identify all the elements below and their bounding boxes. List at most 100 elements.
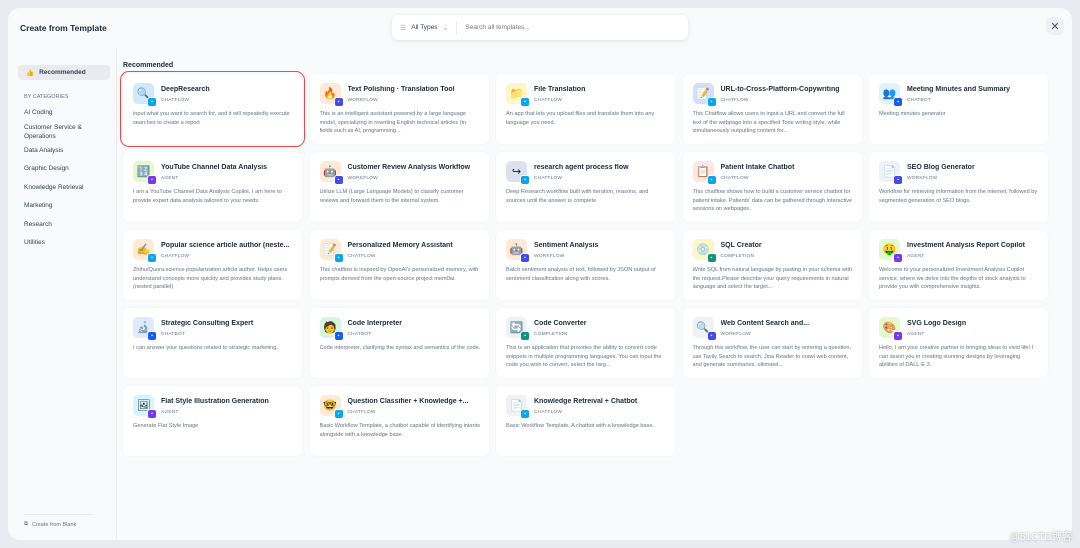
template-card[interactable]: ↪ ▪ research agent process flow CHATFLOW … (496, 152, 675, 222)
template-type: CHATFLOW (161, 254, 190, 259)
template-card[interactable]: 📄 ▪ SEO Blog Generator WORKFLOW Workflow … (869, 152, 1048, 222)
template-name: Popular science article author (neste... (161, 242, 290, 249)
sidebar-item-ai-coding[interactable]: AI Coding (24, 109, 104, 118)
template-name: research agent process flow (534, 164, 629, 171)
template-card[interactable]: 🤓 ▪ Question Classifier + Knowledge +... … (309, 386, 489, 456)
template-type: CHATBOT (907, 98, 931, 103)
template-type: WORKFLOW (347, 98, 378, 103)
agent-badge-icon: ▪ (147, 175, 157, 185)
template-name: Flat Style Illustration Generation (161, 398, 269, 405)
template-description: Hello, I am your creative partner in bri… (879, 345, 1034, 369)
template-icon: 🔬 ▪ (133, 317, 157, 341)
template-card[interactable]: ✍ ▪ Popular science article author (neste… (123, 230, 302, 300)
template-card[interactable]: 🧑 ▪ Code Interpreter CHATBOT Code interpr… (309, 308, 489, 378)
create-from-blank-button[interactable]: ⧉ Create from Blank (24, 514, 94, 528)
template-description: An app that lets you upload files and tr… (506, 111, 655, 126)
sidebar-item-knowledge-retrieval[interactable]: Knowledge Retrieval (24, 184, 104, 193)
template-card[interactable]: 🔄 ▪ Code Converter COMPLETION This is an … (496, 308, 675, 378)
template-type: AGENT (907, 254, 925, 259)
template-name: YouTube Channel Data Analysis (161, 164, 268, 171)
close-button[interactable]: ✕ (1046, 17, 1064, 35)
template-card[interactable]: 👥 ▪ Meeting Minutes and Summary CHATBOT M… (869, 74, 1048, 144)
template-name: Customer Review Analysis Workflow (347, 164, 471, 171)
template-description: Generate Flat Style Image (133, 423, 199, 429)
template-icon: 📝 ▪ (319, 239, 344, 263)
sidebar-item-graphic-design[interactable]: Graphic Design (24, 165, 104, 174)
sidebar-item-customer-service[interactable]: Customer Service & Operations (24, 124, 104, 141)
search-input[interactable] (465, 24, 646, 31)
template-type: WORKFLOW (534, 254, 565, 259)
template-name: DeepResearch (161, 86, 210, 93)
agent-badge-icon: ▪ (893, 253, 903, 263)
template-card[interactable]: 🔍 ▪ Web Content Search and... WORKFLOW Th… (682, 308, 862, 378)
chatflow-badge-icon: ▪ (520, 97, 530, 107)
categories-heading: BY CATEGORIES (24, 94, 69, 100)
sidebar-item-recommended[interactable]: 👍 Recommended (18, 65, 110, 80)
template-description: Welcome to your personalized Investment … (879, 267, 1026, 291)
template-card[interactable]: 📁 ▪ File Translation CHATFLOW An app that… (496, 74, 675, 144)
template-card[interactable]: 💿 ▪ SQL Creator COMPLETION Write SQL from… (682, 230, 862, 300)
template-card[interactable]: 🔍 ▪ DeepResearch CHATFLOW input what you … (120, 71, 305, 147)
template-icon: 🔥 ▪ (319, 83, 344, 107)
template-type: WORKFLOW (720, 332, 751, 337)
sidebar-item-utilities[interactable]: Utilities (24, 239, 104, 248)
workflow-badge-icon: ▪ (706, 331, 717, 341)
completion-badge-icon: ▪ (520, 331, 530, 341)
sidebar-item-data-analysis[interactable]: Data Analysis (24, 147, 104, 156)
sidebar-item-research[interactable]: Research (24, 221, 104, 230)
chatflow-badge-icon: ▪ (520, 409, 530, 419)
agent-badge-icon: ▪ (147, 409, 157, 419)
template-card[interactable]: 🔢 ▪ YouTube Channel Data Analysis AGENT I… (123, 152, 302, 222)
template-icon: 🎨 ▪ (879, 317, 903, 341)
template-icon: 🤓 ▪ (319, 395, 344, 419)
workflow-badge-icon: ▪ (893, 175, 903, 185)
template-card[interactable]: 🎨 ▪ SVG Logo Design AGENT Hello, I am you… (869, 308, 1048, 378)
sidebar-item-marketing[interactable]: Marketing (24, 202, 104, 211)
filter-icon: ☰ (400, 24, 407, 32)
template-description: Basic Workflow Template, a chatbot capab… (319, 423, 481, 438)
template-name: SQL Creator (720, 242, 762, 249)
sidebar: 👍 Recommended BY CATEGORIES AI Coding Cu… (8, 48, 117, 540)
section-title: Recommended (123, 62, 174, 69)
template-icon: 🤑 ▪ (879, 239, 903, 263)
template-name: Investment Analysis Report Copilot (907, 242, 1025, 249)
template-description: This is an intelligent assistant powered… (319, 111, 466, 135)
template-name: Knowledge Retreival + Chatbot (534, 398, 638, 405)
template-name: Meeting Minutes and Summary (907, 86, 1011, 93)
template-name: File Translation (534, 86, 586, 93)
template-description: I can answer your questions related to s… (133, 345, 278, 351)
template-card[interactable]: 📝 ▪ Personalized Memory Assistant CHATFLO… (309, 230, 489, 300)
template-card[interactable]: 📝 ▪ URL-to-Cross-Platform-Copywriting CHA… (682, 74, 862, 144)
template-type: CHATFLOW (161, 98, 190, 103)
template-card[interactable]: 📋 ▪ Patient Intake Chatbot CHATFLOW This … (682, 152, 862, 222)
template-type: CHATFLOW (347, 410, 376, 415)
chatflow-badge-icon: ▪ (147, 97, 157, 107)
template-card[interactable]: 🤖 ▪ Sentiment Analysis WORKFLOW Batch sen… (496, 230, 675, 300)
agent-badge-icon: ▪ (893, 331, 903, 341)
template-name: Web Content Search and... (720, 320, 810, 327)
new-file-icon: ⧉ (24, 521, 28, 527)
template-card[interactable]: 🤖 ▪ Customer Review Analysis Workflow WOR… (309, 152, 489, 222)
template-card[interactable]: 🔬 ▪ Strategic Consulting Expert CHATBOT I… (123, 308, 302, 378)
template-type: CHATBOT (161, 332, 185, 337)
template-card[interactable]: 📄 ▪ Knowledge Retreival + Chatbot CHATFLO… (496, 386, 675, 456)
template-icon: 📁 ▪ (506, 83, 530, 107)
template-icon: 👥 ▪ (879, 83, 903, 107)
template-grid: 🔍 ▪ DeepResearch CHATFLOW input what you … (120, 71, 1048, 456)
template-icon: 🤖 ▪ (319, 161, 344, 185)
template-icon: 💿 ▪ (692, 239, 717, 263)
chatflow-badge-icon: ▪ (333, 409, 344, 419)
type-filter-dropdown[interactable]: ☰ All Types ⌄ (392, 21, 458, 34)
template-card[interactable]: 🖼 ▪ Flat Style Illustration Generation AG… (123, 386, 302, 456)
thumbs-up-icon: 👍 (26, 69, 35, 77)
template-card[interactable]: 🤑 ▪ Investment Analysis Report Copilot AG… (869, 230, 1048, 300)
completion-badge-icon: ▪ (706, 253, 717, 263)
workflow-badge-icon: ▪ (333, 97, 344, 107)
template-card[interactable]: 🔥 ▪ Text Polishing · Translation Tool WOR… (309, 74, 489, 144)
chatflow-badge-icon: ▪ (333, 253, 344, 263)
template-icon: ✍ ▪ (133, 239, 157, 263)
filter-label: All Types (411, 24, 438, 31)
create-from-template-modal: Create from Template ☰ All Types ⌄ ✕ 👍 R… (8, 8, 1072, 540)
template-type: WORKFLOW (907, 176, 938, 181)
template-icon: 📝 ▪ (692, 83, 717, 107)
